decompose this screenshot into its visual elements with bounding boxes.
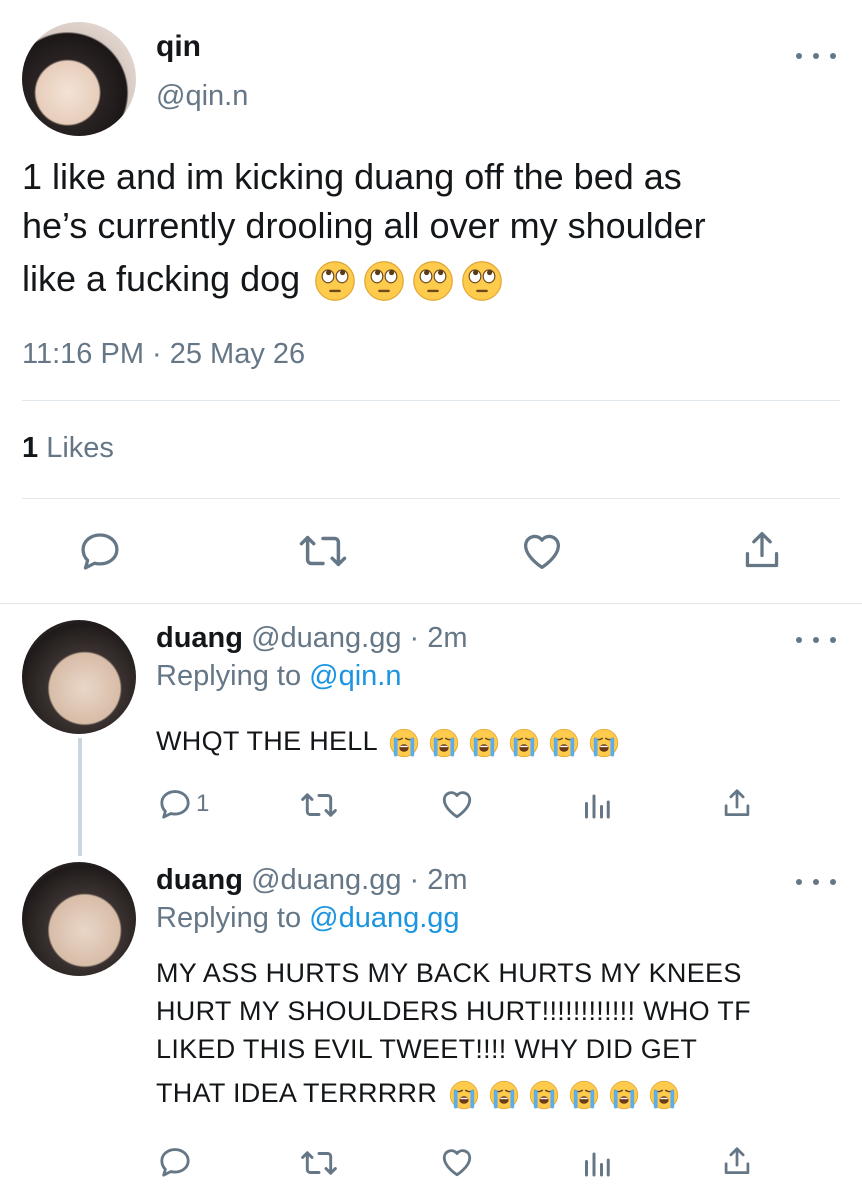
reply-text-line-with-emoji: THAT IDEA TERRRRR bbox=[156, 1074, 751, 1112]
retweet-button[interactable] bbox=[300, 1148, 338, 1178]
analytics-button[interactable] bbox=[582, 790, 612, 820]
divider bbox=[22, 498, 840, 499]
display-name[interactable]: duang bbox=[156, 622, 243, 654]
like-button[interactable] bbox=[440, 1146, 474, 1178]
analytics-icon bbox=[585, 1152, 610, 1177]
display-name[interactable]: qin bbox=[156, 30, 201, 64]
loudly-crying-emoji bbox=[529, 1080, 559, 1110]
handle[interactable]: @duang.gg bbox=[251, 864, 401, 896]
divider bbox=[22, 400, 840, 401]
avatar-qin[interactable] bbox=[22, 22, 136, 136]
reply-button[interactable]: 1 bbox=[158, 788, 209, 820]
analytics-button[interactable] bbox=[582, 1148, 612, 1178]
loudly-crying-emoji bbox=[569, 1080, 599, 1110]
retweet-button[interactable] bbox=[300, 790, 338, 820]
more-options-icon[interactable] bbox=[796, 872, 836, 892]
more-options-icon[interactable] bbox=[796, 630, 836, 650]
tweet-timestamp: 11:16 PM · 25 May 26 bbox=[22, 338, 306, 370]
reply-icon bbox=[160, 790, 190, 819]
replying-prefix: Replying to bbox=[156, 902, 302, 934]
reply-text-line: HURT MY SHOULDERS HURT!!!!!!!!!!!! WHO T… bbox=[156, 996, 751, 1026]
reply-text-line: LIKED THIS EVIL TWEET!!!! WHY DID GET bbox=[156, 1034, 698, 1064]
heart-icon bbox=[524, 534, 560, 569]
loudly-crying-emoji bbox=[489, 1080, 519, 1110]
share-button[interactable] bbox=[722, 786, 752, 820]
retweet-icon bbox=[299, 535, 347, 567]
loudly-crying-emoji bbox=[449, 1080, 479, 1110]
replying-prefix: Replying to bbox=[156, 660, 302, 692]
tweet-text-line: he’s currently drooling all over my shou… bbox=[22, 205, 706, 246]
loudly-crying-emoji bbox=[469, 728, 498, 758]
handle[interactable]: @duang.gg bbox=[251, 622, 401, 654]
loudly-crying-emoji bbox=[649, 1080, 679, 1110]
rolling-eyes-emoji bbox=[413, 261, 454, 302]
heart-icon bbox=[442, 791, 472, 819]
loudly-crying-emoji bbox=[549, 728, 578, 758]
reply-icon bbox=[160, 1148, 190, 1177]
rolling-eyes-emoji bbox=[315, 261, 356, 302]
reply-time: · 2m bbox=[409, 864, 468, 896]
reply-header: duang @duang.gg · 2m bbox=[156, 622, 468, 655]
loudly-crying-emoji bbox=[609, 1080, 639, 1110]
loudly-crying-emoji bbox=[389, 728, 418, 758]
reply-header: duang @duang.gg · 2m bbox=[156, 864, 468, 897]
rolling-eyes-emoji bbox=[364, 261, 405, 302]
reply-text-line: THAT IDEA TERRRRR bbox=[156, 1078, 438, 1108]
share-icon bbox=[745, 532, 779, 568]
rolling-eyes-emoji-group bbox=[310, 258, 503, 302]
retweet-icon bbox=[301, 793, 337, 817]
crying-emoji-group bbox=[445, 1078, 679, 1110]
reply-text: WHQT THE HELL bbox=[156, 722, 619, 760]
likes-stat[interactable]: 1 Likes bbox=[22, 432, 114, 465]
share-icon bbox=[724, 789, 750, 816]
thread-line bbox=[78, 738, 82, 856]
handle[interactable]: @qin.n bbox=[156, 80, 248, 113]
tweet-text-line-with-emoji: like a fucking dog bbox=[22, 254, 706, 303]
share-button[interactable] bbox=[742, 528, 782, 572]
reply-button[interactable] bbox=[78, 531, 122, 571]
reply-text-line: MY ASS HURTS MY BACK HURTS MY KNEES bbox=[156, 958, 742, 988]
rolling-eyes-emoji bbox=[462, 261, 503, 302]
loudly-crying-emoji bbox=[509, 728, 538, 758]
retweet-button[interactable] bbox=[298, 531, 348, 571]
tweet-text: 1 like and im kicking duang off the bed … bbox=[22, 152, 706, 303]
display-name[interactable]: duang bbox=[156, 864, 243, 896]
like-button[interactable] bbox=[440, 788, 474, 820]
tweet-text-line: 1 like and im kicking duang off the bed … bbox=[22, 156, 682, 197]
heart-icon bbox=[442, 1149, 472, 1177]
avatar-duang[interactable] bbox=[22, 620, 136, 734]
likes-label: Likes bbox=[46, 432, 114, 464]
reply-button[interactable] bbox=[158, 1146, 192, 1178]
divider bbox=[0, 603, 862, 604]
reply-text-line: WHQT THE HELL bbox=[156, 726, 377, 756]
tweet-text-line: like a fucking dog bbox=[22, 258, 301, 299]
reply-icon bbox=[81, 533, 119, 570]
replying-to-link[interactable]: @duang.gg bbox=[309, 902, 459, 934]
reply-time: · 2m bbox=[409, 622, 468, 654]
loudly-crying-emoji bbox=[589, 728, 618, 758]
reply-count: 1 bbox=[196, 790, 210, 817]
replying-to: Replying to @duang.gg bbox=[156, 902, 460, 935]
analytics-icon bbox=[585, 794, 610, 819]
reply-text: MY ASS HURTS MY BACK HURTS MY KNEES HURT… bbox=[156, 954, 751, 1112]
share-icon bbox=[724, 1147, 750, 1174]
likes-count: 1 bbox=[22, 432, 39, 464]
retweet-icon bbox=[301, 1151, 337, 1175]
avatar-duang[interactable] bbox=[22, 862, 136, 976]
loudly-crying-emoji bbox=[429, 728, 458, 758]
more-options-icon[interactable] bbox=[796, 46, 836, 66]
like-button[interactable] bbox=[520, 531, 564, 571]
share-button[interactable] bbox=[722, 1144, 752, 1178]
replying-to: Replying to @qin.n bbox=[156, 660, 401, 693]
crying-emoji-group bbox=[385, 726, 619, 758]
replying-to-link[interactable]: @qin.n bbox=[309, 660, 401, 692]
